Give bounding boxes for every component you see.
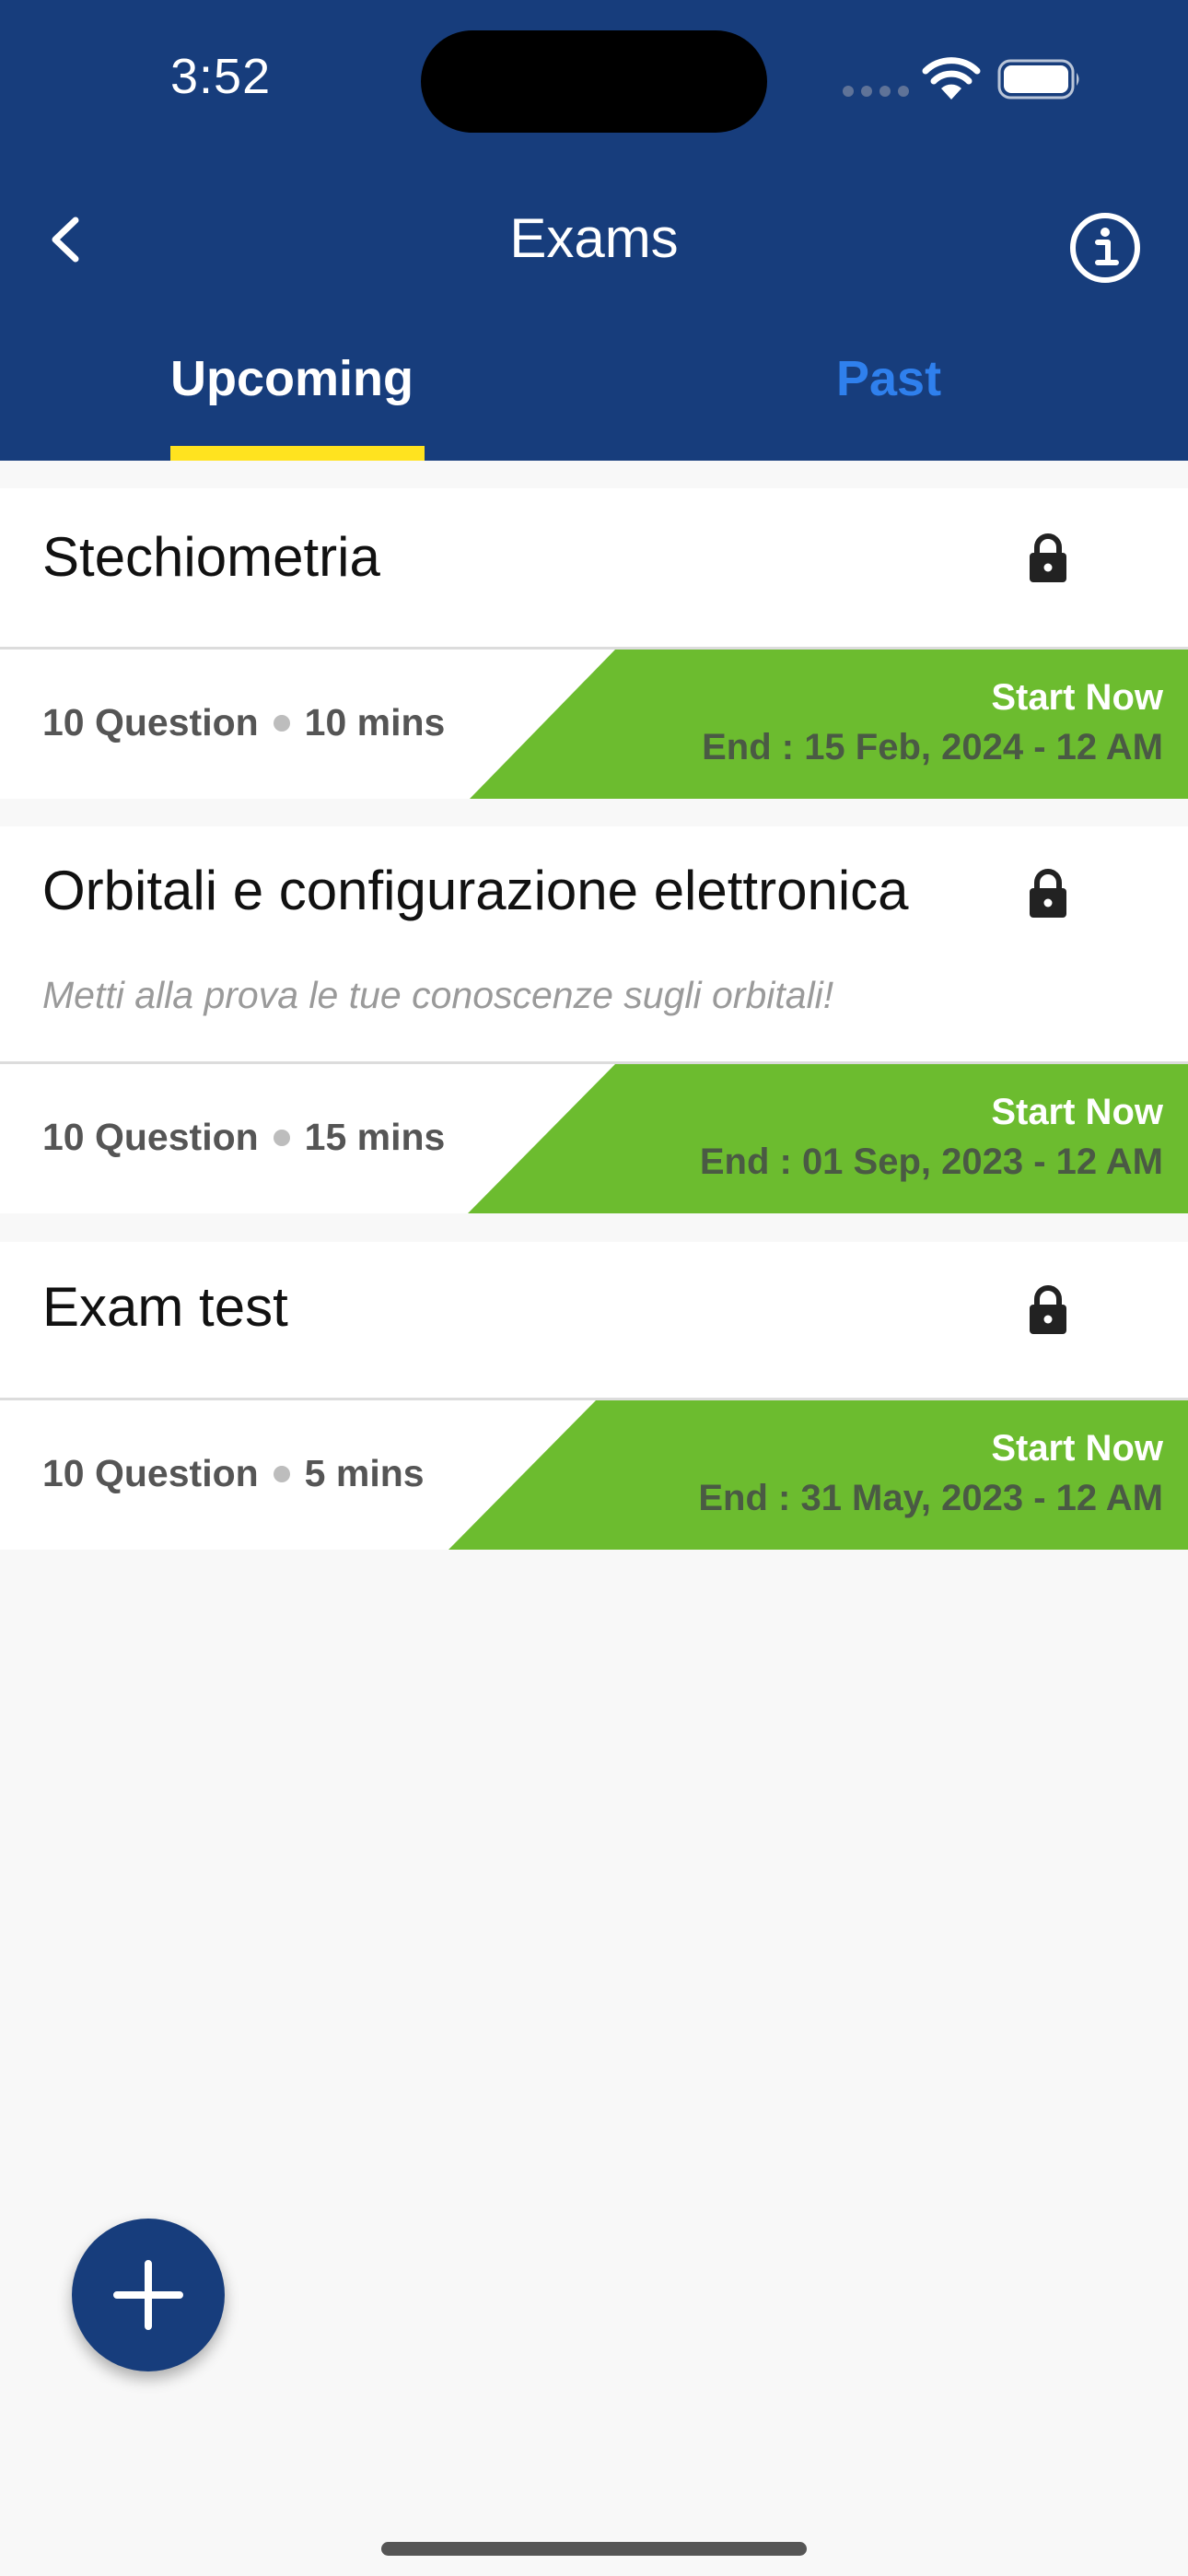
cellular-signal-icon (843, 86, 909, 97)
exam-title: Orbitali e configurazione elettronica (42, 860, 909, 921)
exam-description: Metti alla prova le tue conoscenze sugli… (42, 974, 834, 1016)
exam-card-header: Stechiometria (0, 488, 1188, 650)
exam-end-date: End : 01 Sep, 2023 - 12 AM (699, 1142, 1163, 1182)
exam-duration: 15 mins (304, 1116, 446, 1158)
status-time: 3:52 (170, 49, 272, 104)
exam-title: Exam test (42, 1276, 288, 1338)
plus-icon (113, 2260, 183, 2330)
question-count: 10 Question (42, 701, 259, 744)
exam-duration: 10 mins (304, 701, 446, 744)
exam-card-header: Orbitali e configurazione elettronica Me… (0, 826, 1188, 1064)
exam-end-date: End : 31 May, 2023 - 12 AM (698, 1478, 1163, 1518)
dynamic-island (421, 30, 767, 133)
page-title: Exams (509, 207, 679, 269)
exam-meta: 10 Question 10 mins (42, 701, 445, 744)
info-icon[interactable] (1068, 211, 1142, 285)
question-count: 10 Question (42, 1452, 259, 1494)
add-button[interactable] (72, 2219, 225, 2371)
start-now-button[interactable]: Start Now (991, 1092, 1163, 1133)
wifi-icon (922, 57, 981, 100)
exam-title: Stechiometria (42, 526, 380, 588)
exam-card-footer: 10 Question 15 mins Start Now End : 01 S… (0, 1064, 1188, 1213)
separator-dot (273, 714, 290, 732)
exam-card[interactable]: Stechiometria 10 Question 10 mins Start … (0, 488, 1188, 799)
exam-end-date: End : 15 Feb, 2024 - 12 AM (702, 727, 1163, 767)
lock-icon (1030, 533, 1066, 582)
separator-dot (273, 1129, 290, 1146)
exam-duration: 5 mins (304, 1452, 425, 1494)
start-now-band[interactable]: Start Now End : 15 Feb, 2024 - 12 AM (470, 650, 1188, 799)
exam-meta: 10 Question 5 mins (42, 1452, 425, 1495)
tab-upcoming[interactable]: Upcoming (170, 350, 413, 407)
exam-card-header: Exam test (0, 1242, 1188, 1400)
start-now-button[interactable]: Start Now (991, 677, 1163, 719)
exam-card-footer: 10 Question 10 mins Start Now End : 15 F… (0, 650, 1188, 799)
start-now-band[interactable]: Start Now End : 01 Sep, 2023 - 12 AM (468, 1064, 1188, 1213)
home-indicator (381, 2542, 807, 2556)
question-count: 10 Question (42, 1116, 259, 1158)
lock-icon (1030, 1285, 1066, 1334)
exam-card[interactable]: Exam test 10 Question 5 mins Start Now E… (0, 1242, 1188, 1550)
start-now-band[interactable]: Start Now End : 31 May, 2023 - 12 AM (448, 1400, 1188, 1550)
tab-past[interactable]: Past (836, 350, 941, 407)
lock-icon (1030, 869, 1066, 918)
exam-card[interactable]: Orbitali e configurazione elettronica Me… (0, 826, 1188, 1213)
battery-icon (997, 59, 1079, 100)
tab-indicator (170, 446, 425, 461)
exam-meta: 10 Question 15 mins (42, 1116, 445, 1159)
exam-card-footer: 10 Question 5 mins Start Now End : 31 Ma… (0, 1400, 1188, 1550)
separator-dot (273, 1465, 290, 1482)
app-header: 3:52 Exams Upcoming Past (0, 0, 1188, 461)
start-now-button[interactable]: Start Now (991, 1428, 1163, 1469)
